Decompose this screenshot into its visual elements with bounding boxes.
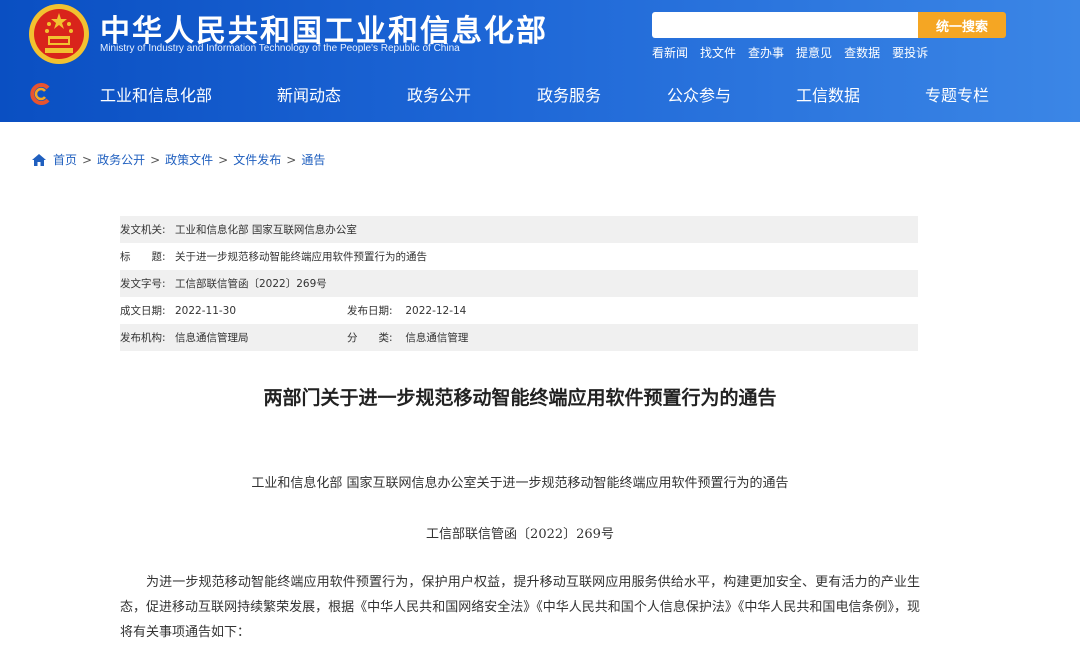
meta-published-label: 发布日期:: [347, 305, 393, 317]
quick-link-services[interactable]: 查办事: [748, 44, 784, 61]
nav-item-public-participation[interactable]: 公众参与: [667, 82, 731, 106]
meta-row-issuer: 发文机关: 工业和信息化部 国家互联网信息办公室: [120, 216, 918, 243]
meta-docno-label: 发文字号:: [120, 278, 166, 290]
ministry-logo-icon[interactable]: [30, 83, 52, 105]
meta-issuer-value: 工业和信息化部 国家互联网信息办公室: [175, 224, 357, 236]
breadcrumb-separator: >: [286, 152, 297, 167]
nav-item-special-topics[interactable]: 专题专栏: [925, 82, 989, 106]
nav-item-data[interactable]: 工信数据: [796, 82, 860, 106]
meta-category-label: 分 类:: [347, 332, 393, 344]
breadcrumb-separator: >: [218, 152, 229, 167]
national-emblem-icon[interactable]: [28, 3, 90, 65]
nav-item-ministry[interactable]: 工业和信息化部: [100, 82, 212, 106]
meta-created-label: 成文日期:: [120, 305, 166, 317]
meta-org-value: 信息通信管理局: [175, 332, 249, 344]
nav-item-gov-services[interactable]: 政务服务: [537, 82, 601, 106]
search-input[interactable]: [652, 12, 920, 38]
home-icon: [32, 153, 46, 166]
article-paragraph: 为进一步规范移动智能终端应用软件预置行为，保护用户权益，提升移动互联网应用服务供…: [120, 575, 920, 640]
nav-item-gov-affairs[interactable]: 政务公开: [407, 82, 471, 106]
nav-item-news[interactable]: 新闻动态: [277, 82, 341, 106]
meta-title-label: 标 题:: [120, 251, 166, 263]
meta-row-docno: 发文字号: 工信部联信管函〔2022〕269号: [120, 270, 918, 297]
article-doc-number: 工信部联信管函〔2022〕269号: [426, 527, 614, 542]
meta-created-value: 2022-11-30: [175, 304, 237, 317]
meta-row-title: 标 题: 关于进一步规范移动智能终端应用软件预置行为的通告: [120, 243, 918, 270]
meta-published-value: 2022-12-14: [405, 305, 467, 317]
breadcrumb-gov-affairs[interactable]: 政务公开: [97, 151, 145, 168]
article-title: 两部门关于进一步规范移动智能终端应用软件预置行为的通告: [263, 387, 777, 409]
meta-org-label: 发布机构:: [120, 332, 166, 344]
breadcrumb-separator: >: [150, 152, 161, 167]
meta-row-org: 发布机构: 信息通信管理局 分 类: 信息通信管理: [120, 324, 918, 351]
meta-title-value: 关于进一步规范移动智能终端应用软件预置行为的通告: [175, 251, 427, 263]
meta-issuer-label: 发文机关:: [120, 224, 166, 236]
meta-category-value: 信息通信管理: [405, 332, 469, 344]
main-nav: 工业和信息化部 新闻动态 政务公开 政务服务 公众参与 工信数据 专题专栏: [0, 70, 1080, 116]
site-header: 中华人民共和国工业和信息化部 Ministry of Industry and …: [0, 0, 1080, 122]
quick-link-data[interactable]: 查数据: [844, 44, 880, 61]
meta-docno-value: 工信部联信管函〔2022〕269号: [175, 278, 327, 290]
article-heading: 工业和信息化部 国家互联网信息办公室关于进一步规范移动智能终端应用软件预置行为的…: [251, 476, 789, 491]
document-metadata-table: 发文机关: 工业和信息化部 国家互联网信息办公室 标 题: 关于进一步规范移动智…: [120, 216, 918, 351]
quick-link-complaint[interactable]: 要投诉: [892, 44, 928, 61]
site-subtitle: Ministry of Industry and Information Tec…: [100, 43, 460, 54]
breadcrumb-notice[interactable]: 通告: [301, 151, 325, 168]
quick-link-news[interactable]: 看新闻: [652, 44, 688, 61]
breadcrumb-file-release[interactable]: 文件发布: [233, 151, 281, 168]
breadcrumb: 首页 > 政务公开 > 政策文件 > 文件发布 > 通告: [32, 151, 325, 168]
breadcrumb-separator: >: [82, 152, 93, 167]
search-button[interactable]: 统一搜索: [918, 12, 1006, 38]
quick-link-files[interactable]: 找文件: [700, 44, 736, 61]
breadcrumb-policy-files[interactable]: 政策文件: [165, 151, 213, 168]
meta-row-dates: 成文日期: 2022-11-30 发布日期: 2022-12-14: [120, 297, 918, 324]
breadcrumb-home[interactable]: 首页: [53, 151, 77, 168]
quick-link-feedback[interactable]: 提意见: [796, 44, 832, 61]
quick-links: 看新闻 找文件 查办事 提意见 查数据 要投诉: [652, 44, 928, 61]
